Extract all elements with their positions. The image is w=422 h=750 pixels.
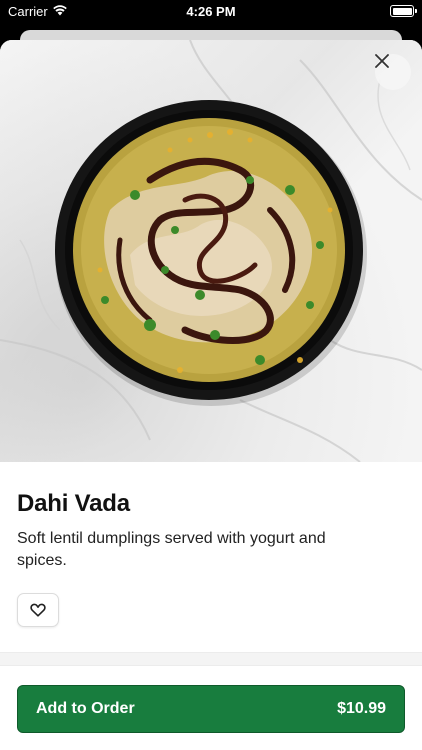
item-description: Soft lentil dumplings served with yogurt… [17, 530, 326, 569]
add-to-order-label: Add to Order [36, 700, 135, 717]
close-button[interactable] [375, 54, 411, 90]
item-title: Dahi Vada [17, 490, 130, 517]
add-to-order-button[interactable]: Add to Order $10.99 [17, 685, 405, 733]
item-price: $10.99 [337, 700, 386, 717]
section-divider [0, 652, 422, 666]
item-photo [0, 40, 422, 462]
close-icon [375, 54, 389, 68]
status-time: 4:26 PM [186, 4, 236, 19]
item-detail-sheet: Dahi Vada Soft lentil dumplings served w… [0, 40, 422, 750]
item-info: Dahi Vada Soft lentil dumplings served w… [0, 462, 422, 572]
status-bar: Carrier 4:26 PM [0, 0, 422, 24]
battery-icon [390, 5, 417, 17]
favorite-button[interactable] [17, 593, 59, 627]
heart-outline-icon [30, 603, 46, 617]
